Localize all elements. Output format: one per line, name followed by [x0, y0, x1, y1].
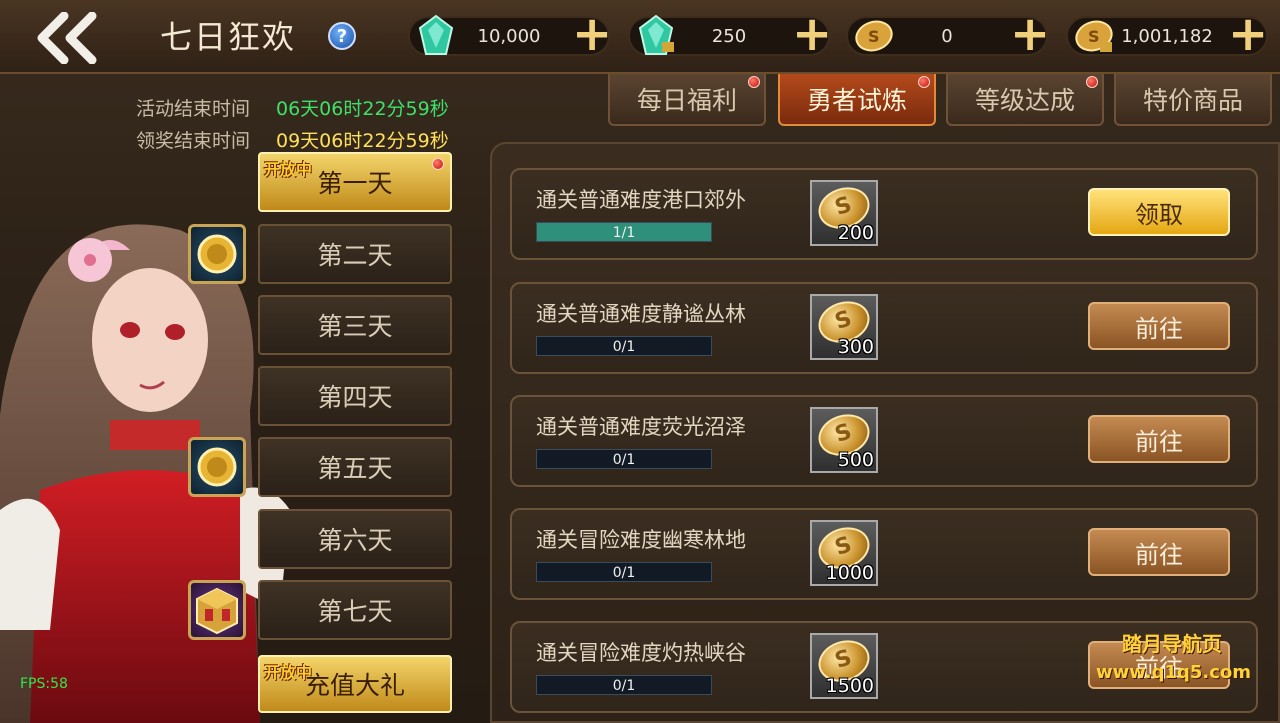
task-progress-bar: 0/1	[536, 675, 712, 695]
tab-label: 勇者试炼	[806, 86, 907, 115]
day-2-reward-badge[interactable]	[188, 224, 246, 284]
reward-slot[interactable]: 500	[810, 407, 878, 473]
task-progress-bar: 0/1	[536, 336, 712, 356]
add-gems-button[interactable]: +	[572, 10, 612, 58]
day-label: 第一天	[317, 169, 393, 198]
help-button[interactable]: ?	[328, 22, 356, 50]
medal-icon	[197, 447, 237, 487]
reward-slot[interactable]: 300	[810, 294, 878, 360]
notification-dot-icon	[432, 158, 444, 170]
tab-hero-trial[interactable]: 勇者试炼	[778, 74, 936, 126]
reward-slot[interactable]: 1000	[810, 520, 878, 586]
add-locked-coins-button[interactable]: +	[1228, 10, 1268, 58]
task-item: 通关冒险难度幽寒林地 0/1 1000 前往	[510, 508, 1258, 600]
task-item: 通关普通难度港口郊外 1/1 200 领取	[510, 168, 1258, 260]
day-label: 第五天	[317, 454, 393, 483]
task-title: 通关普通难度荧光沼泽	[536, 415, 746, 439]
progress-text: 1/1	[612, 225, 636, 241]
tab-label: 等级达成	[974, 86, 1075, 115]
task-progress-bar: 0/1	[536, 449, 712, 469]
character-portrait	[0, 224, 290, 723]
reward-slot[interactable]: 1500	[810, 633, 878, 699]
day-label: 第四天	[317, 383, 393, 412]
day-2-button[interactable]: 第二天	[258, 224, 452, 284]
tab-level-achieve[interactable]: 等级达成	[946, 74, 1104, 126]
reward-amount: 500	[837, 449, 874, 471]
claim-end-label: 领奖结束时间	[136, 130, 251, 152]
day-7-button[interactable]: 第七天	[258, 580, 452, 640]
task-progress-bar: 0/1	[536, 562, 712, 582]
reward-amount: 200	[837, 222, 874, 244]
watermark-url: www.q1q5.com	[1096, 662, 1252, 683]
task-title: 通关冒险难度幽寒林地	[536, 528, 746, 552]
game-screen: 七日狂欢 ? 10,000 + 250 + S 0 + S 1,001,182 …	[0, 0, 1280, 723]
page-title: 七日狂欢	[160, 18, 297, 56]
event-end-label: 活动结束时间	[136, 98, 251, 120]
progress-text: 0/1	[612, 678, 636, 694]
add-coins-button[interactable]: +	[1010, 10, 1050, 58]
tab-special-offers[interactable]: 特价商品	[1114, 74, 1272, 126]
reward-amount: 300	[837, 336, 874, 358]
tab-label: 特价商品	[1142, 86, 1243, 115]
task-progress-bar: 1/1	[536, 222, 712, 242]
reward-amount: 1500	[825, 675, 874, 697]
task-item: 通关普通难度静谧丛林 0/1 300 前往	[510, 282, 1258, 374]
day-3-button[interactable]: 第三天	[258, 295, 452, 355]
medal-icon	[197, 234, 237, 274]
day-5-reward-badge[interactable]	[188, 437, 246, 497]
task-item: 通关普通难度荧光沼泽 0/1 500 前往	[510, 395, 1258, 487]
mystery-box-icon	[196, 587, 238, 635]
task-title: 通关普通难度港口郊外	[536, 188, 746, 212]
day-5-button[interactable]: 第五天	[258, 437, 452, 497]
notification-dot-icon	[748, 76, 760, 88]
notification-dot-icon	[918, 76, 930, 88]
open-tag: 开放中	[264, 663, 313, 682]
watermark-title: 踏月导航页	[1122, 632, 1222, 656]
claim-end-countdown: 09天06时22分59秒	[276, 130, 449, 152]
day-6-button[interactable]: 第六天	[258, 509, 452, 569]
day-label: 第二天	[317, 241, 393, 270]
progress-text: 0/1	[612, 565, 636, 581]
open-tag: 开放中	[264, 160, 313, 179]
fps-counter: FPS:58	[20, 676, 68, 692]
tab-daily-benefits[interactable]: 每日福利	[608, 74, 766, 126]
day-7-reward-badge[interactable]	[188, 580, 246, 640]
day-label: 充值大礼	[304, 671, 405, 700]
top-bar: 七日狂欢 ? 10,000 + 250 + S 0 + S 1,001,182 …	[0, 0, 1280, 74]
claim-button[interactable]: 领取	[1088, 188, 1230, 236]
recharge-gift-button[interactable]: 开放中 充值大礼	[258, 655, 452, 713]
back-button[interactable]	[30, 10, 102, 66]
day-1-button[interactable]: 开放中 第一天	[258, 152, 452, 212]
go-button[interactable]: 前往	[1088, 528, 1230, 576]
reward-slot[interactable]: 200	[810, 180, 878, 246]
add-locked-gems-button[interactable]: +	[792, 10, 832, 58]
question-mark-icon: ?	[336, 25, 348, 47]
notification-dot-icon	[1086, 76, 1098, 88]
go-button[interactable]: 前往	[1088, 415, 1230, 463]
day-4-button[interactable]: 第四天	[258, 366, 452, 426]
day-label: 第三天	[317, 312, 393, 341]
go-button[interactable]: 前往	[1088, 302, 1230, 350]
reward-amount: 1000	[825, 562, 874, 584]
double-chevron-left-icon	[37, 12, 97, 64]
progress-text: 0/1	[612, 339, 636, 355]
task-title: 通关冒险难度灼热峡谷	[536, 641, 746, 665]
day-label: 第六天	[317, 526, 393, 555]
task-title: 通关普通难度静谧丛林	[536, 302, 746, 326]
progress-text: 0/1	[612, 452, 636, 468]
day-label: 第七天	[317, 597, 393, 626]
tab-label: 每日福利	[636, 86, 737, 115]
event-end-countdown: 06天06时22分59秒	[276, 98, 449, 120]
